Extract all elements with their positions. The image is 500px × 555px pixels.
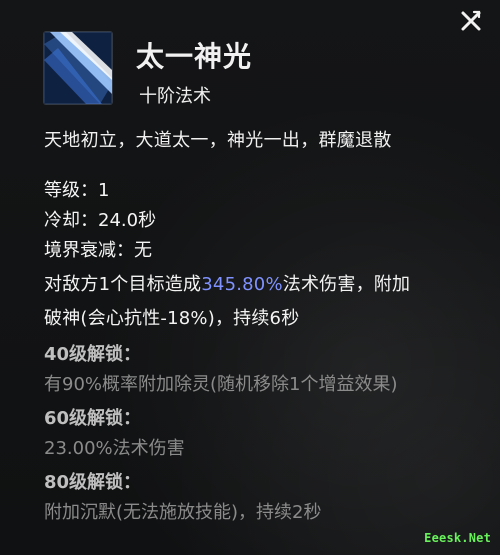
skill-icon — [44, 32, 112, 104]
close-button[interactable] — [456, 6, 486, 36]
level-row: 等级：1 — [44, 176, 109, 202]
unlock-80-text: 附加沉默(无法施放技能)，持续2秒 — [44, 502, 322, 523]
skill-title: 太一神光 — [136, 40, 253, 73]
cooldown-label: 冷却： — [44, 210, 98, 231]
effect-highlight: 345.80% — [201, 274, 283, 295]
unlock-80-title: 80级解锁： — [44, 472, 142, 493]
skill-description: 天地初立，大道太一，神光一出，群魔退散 — [44, 130, 392, 151]
effect-line-1: 对敌方1个目标造成345.80%法术伤害，附加 — [44, 270, 410, 296]
effect-suffix: 法术伤害，附加 — [282, 274, 411, 295]
watermark: Eeesk.Net — [424, 531, 491, 545]
close-icon — [461, 10, 481, 31]
realm-decay-label: 境界衰减： — [44, 240, 134, 261]
level-value: 1 — [98, 180, 110, 201]
realm-decay-value: 无 — [134, 240, 152, 261]
realm-decay-row: 境界衰减：无 — [44, 236, 152, 262]
skill-subtitle: 十阶法术 — [139, 86, 211, 107]
effect-prefix: 对敌方1个目标造成 — [44, 274, 202, 295]
skill-tooltip-panel: 太一神光 十阶法术 天地初立，大道太一，神光一出，群魔退散 等级：1 冷却：24… — [0, 0, 500, 555]
cooldown-row: 冷却：24.0秒 — [44, 206, 156, 232]
unlock-60-text: 23.00%法术伤害 — [44, 438, 185, 459]
cooldown-value: 24.0秒 — [98, 210, 157, 231]
unlock-60-title: 60级解锁： — [44, 408, 142, 429]
effect-line-2: 破神(会心抗性-18%)，持续6秒 — [44, 308, 300, 329]
unlock-40-text: 有90%概率附加除灵(随机移除1个增益效果) — [44, 374, 398, 395]
unlock-40-title: 40级解锁： — [44, 344, 142, 365]
level-label: 等级： — [44, 180, 98, 201]
